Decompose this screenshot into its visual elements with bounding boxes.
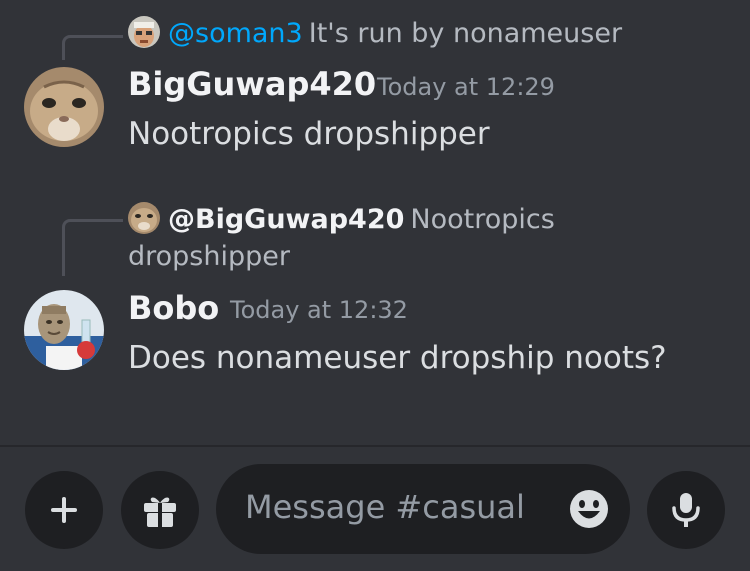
reply-text: Nootropics [410,204,555,235]
author-avatar[interactable] [24,67,104,147]
reply-text: It's run by nonameuser [308,18,623,49]
reply-spine [62,219,123,276]
gift-button[interactable] [121,471,199,549]
emoji-icon [570,490,608,528]
message-timestamp: Today at 12:29 [377,73,555,101]
author-name[interactable]: BigGuwap420 [128,65,376,103]
message-input[interactable]: Message #casual [216,464,630,554]
emoji-button[interactable] [568,488,610,530]
microphone-icon [672,493,700,527]
author-name[interactable]: Bobo [128,289,219,327]
message-timestamp: Today at 12:32 [230,296,408,324]
author-avatar[interactable] [24,290,104,370]
voice-message-button[interactable] [647,471,725,549]
message-content: Does nonameuser dropship noots? [128,340,667,376]
reply-mention[interactable]: @BigGuwap420 [168,204,404,235]
reply-mention[interactable]: @soman3 [168,18,303,49]
message-content: Nootropics dropshipper [128,116,490,152]
message-list: @soman3 It's run by nonameuser BigGuwap42… [0,0,750,445]
plus-icon [51,497,77,523]
bigguwap420-mini-avatar [128,202,160,234]
soman3-mini-avatar [128,16,160,48]
add-attachment-button[interactable] [25,471,103,549]
reply-preview[interactable]: @BigGuwap420 Nootropics [128,202,555,238]
reply-preview[interactable]: @soman3 It's run by nonameuser [128,16,622,52]
reply-spine [62,35,123,60]
reply-text-continued: dropshipper [128,241,290,272]
message-composer: Message #casual [0,447,750,571]
message-input-placeholder: Message #casual [245,488,525,526]
gift-icon [144,497,176,527]
